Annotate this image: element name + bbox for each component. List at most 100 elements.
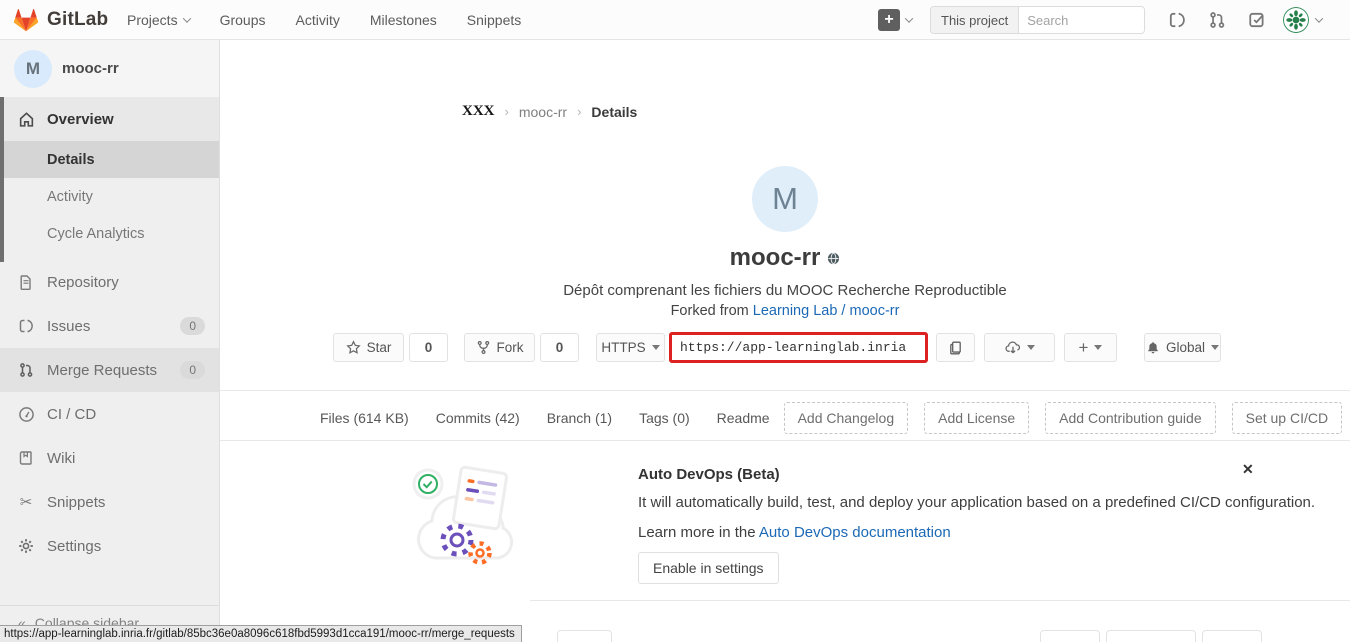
project-stats-row: Files (614 KB) Commits (42) Branch (1) T…: [320, 401, 1350, 435]
sidebar-item-issues[interactable]: Issues 0: [0, 304, 219, 348]
sidebar-scrollbar[interactable]: [0, 97, 4, 262]
gitlab-project-page: GitLab Projects Groups Activity Mileston…: [0, 0, 1350, 642]
download-dropdown[interactable]: [984, 333, 1055, 362]
sidebar-item-label: Snippets: [47, 494, 105, 511]
sidebar-project-header[interactable]: M mooc-rr: [0, 40, 219, 97]
breadcrumb: XXX › mooc-rr › Details: [462, 103, 637, 120]
add-license-button[interactable]: Add License: [924, 402, 1029, 434]
sidebar-item-label: Repository: [47, 274, 119, 291]
devops-learn-more: Learn more in the Auto DevOps documentat…: [638, 524, 951, 541]
add-changelog-button[interactable]: Add Changelog: [784, 402, 909, 434]
sidebar-item-overview[interactable]: Overview: [0, 97, 219, 141]
chevron-down-icon[interactable]: [1315, 14, 1323, 22]
sidebar-item-label: Details: [47, 152, 95, 168]
merge-requests-icon[interactable]: [1208, 11, 1226, 29]
breadcrumb-project[interactable]: mooc-rr: [519, 104, 567, 120]
todos-icon[interactable]: [1248, 11, 1266, 29]
sidebar-item-snippets[interactable]: ✂ Snippets: [0, 480, 219, 524]
tags-link[interactable]: Tags (0): [639, 410, 690, 426]
branch-link[interactable]: Branch (1): [547, 410, 612, 426]
issues-icon[interactable]: [1168, 11, 1186, 29]
partial-button[interactable]: [557, 630, 612, 642]
add-contribution-guide-button[interactable]: Add Contribution guide: [1045, 402, 1215, 434]
devops-doc-link[interactable]: Auto DevOps documentation: [759, 524, 951, 541]
sidebar-item-label: Merge Requests: [47, 362, 157, 379]
chevron-down-icon[interactable]: [905, 14, 913, 22]
nav-milestones[interactable]: Milestones: [370, 12, 437, 28]
star-count[interactable]: 0: [409, 333, 448, 362]
partial-button[interactable]: [1202, 630, 1262, 642]
sidebar-item-merge-requests[interactable]: Merge Requests 0: [0, 348, 219, 392]
top-nav: Projects Groups Activity Milestones Snip…: [127, 0, 521, 40]
sidebar-item-cycle-analytics[interactable]: Cycle Analytics: [0, 215, 219, 252]
partial-button[interactable]: [1106, 630, 1196, 642]
setup-cicd-button[interactable]: Set up CI/CD: [1232, 402, 1342, 434]
sidebar-nav: Overview Details Activity Cycle Analytic…: [0, 97, 219, 568]
bell-icon: [1146, 340, 1160, 355]
protocol-dropdown[interactable]: HTTPS: [596, 333, 665, 362]
caret-down-icon: [1094, 345, 1102, 350]
nav-projects[interactable]: Projects: [127, 12, 190, 28]
merge-request-icon: [17, 361, 35, 379]
star-icon: [346, 340, 361, 355]
breadcrumb-separator: ›: [505, 104, 509, 119]
files-link[interactable]: Files (614 KB): [320, 410, 409, 426]
sidebar-item-label: Overview: [47, 111, 114, 128]
top-header: GitLab Projects Groups Activity Mileston…: [0, 0, 1350, 40]
gitlab-logo-icon[interactable]: [13, 7, 39, 33]
copy-url-button[interactable]: [936, 333, 975, 362]
sidebar-item-activity[interactable]: Activity: [0, 178, 219, 215]
nav-activity[interactable]: Activity: [296, 12, 340, 28]
document-icon: [17, 273, 35, 291]
breadcrumb-page: Details: [591, 104, 637, 120]
nav-snippets[interactable]: Snippets: [467, 12, 521, 28]
close-icon[interactable]: ✕: [1242, 461, 1254, 478]
sidebar-item-label: Settings: [47, 538, 101, 555]
sidebar-item-settings[interactable]: Settings: [0, 524, 219, 568]
forked-from-line: Forked from Learning Lab / mooc-rr: [220, 303, 1350, 319]
partial-button[interactable]: [1040, 630, 1100, 642]
sidebar-item-ci-cd[interactable]: CI / CD: [0, 392, 219, 436]
clone-url-input[interactable]: [669, 332, 928, 363]
project-description: Dépôt comprenant les fichiers du MOOC Re…: [220, 282, 1350, 299]
brand-title: GitLab: [47, 0, 108, 40]
enable-in-settings-button[interactable]: Enable in settings: [638, 552, 779, 584]
search-control: This project: [930, 6, 1145, 34]
sidebar-item-repository[interactable]: Repository: [0, 260, 219, 304]
user-avatar[interactable]: [1283, 7, 1309, 33]
sidebar-item-details[interactable]: Details: [0, 141, 219, 178]
sidebar-item-wiki[interactable]: Wiki: [0, 436, 219, 480]
sidebar-item-label: Issues: [47, 318, 90, 335]
notification-dropdown[interactable]: Global: [1144, 333, 1221, 362]
caret-down-icon: [1211, 345, 1219, 350]
new-menu-button[interactable]: +: [878, 9, 900, 31]
merge-requests-count-badge: 0: [180, 361, 205, 379]
divider: [220, 390, 1350, 391]
nav-groups[interactable]: Groups: [220, 12, 266, 28]
search-scope-label: This project: [931, 7, 1019, 33]
caret-down-icon: [652, 345, 660, 350]
readme-link[interactable]: Readme: [717, 410, 770, 426]
devops-title: Auto DevOps (Beta): [638, 466, 780, 483]
gauge-icon: [17, 405, 35, 423]
chevron-down-icon: [182, 14, 190, 22]
fork-count[interactable]: 0: [540, 333, 579, 362]
plus-dropdown[interactable]: +: [1064, 333, 1117, 362]
search-input[interactable]: [1019, 7, 1145, 33]
sidebar-project-name: mooc-rr: [62, 40, 119, 97]
public-globe-icon: [827, 252, 840, 265]
devops-illustration: [405, 450, 530, 578]
book-icon: [17, 449, 35, 467]
commits-link[interactable]: Commits (42): [436, 410, 520, 426]
gear-icon: [17, 537, 35, 555]
forked-from-link[interactable]: Learning Lab / mooc-rr: [753, 303, 900, 319]
star-button[interactable]: Star: [333, 333, 404, 362]
project-avatar: M: [752, 166, 818, 232]
breadcrumb-separator: ›: [577, 104, 581, 119]
sidebar-item-label: CI / CD: [47, 406, 96, 423]
fork-button[interactable]: Fork: [464, 333, 535, 362]
main-content: XXX › mooc-rr › Details M mooc-rr Dépôt …: [220, 40, 1350, 642]
caret-down-icon: [1027, 345, 1035, 350]
breadcrumb-user[interactable]: XXX: [462, 103, 495, 120]
project-avatar-small: M: [14, 50, 52, 88]
